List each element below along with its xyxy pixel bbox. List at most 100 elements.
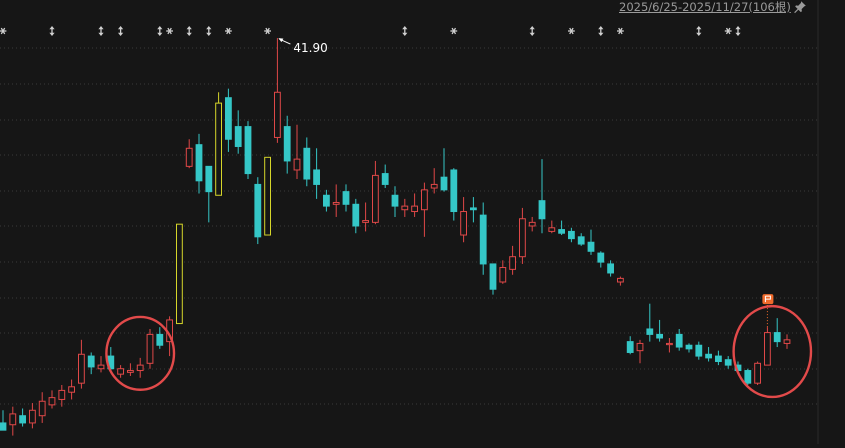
- candle-body: [205, 165, 213, 193]
- candle-body: [283, 126, 291, 162]
- info-asterisk-icon: [166, 27, 173, 35]
- candlestick-chart[interactable]: 41.90: [0, 0, 845, 444]
- sort-arrows-icon: [402, 26, 408, 36]
- candle: [381, 164, 389, 189]
- candle-body: [127, 370, 134, 373]
- arrow-down-head: [529, 32, 535, 36]
- candle-body: [372, 174, 379, 223]
- arrow-up-head: [696, 26, 702, 30]
- sort-arrows-icon: [118, 26, 124, 36]
- candle-body: [58, 389, 66, 400]
- candle: [215, 92, 222, 196]
- candle: [646, 303, 654, 342]
- candle-body: [548, 227, 556, 232]
- sort-arrows-icon: [206, 26, 212, 36]
- candle: [705, 347, 713, 362]
- candle-body: [225, 97, 232, 140]
- candle-body: [68, 386, 75, 393]
- candle-body: [29, 409, 36, 424]
- candle-body: [146, 333, 154, 364]
- candle: [440, 148, 448, 192]
- candle-body: [724, 359, 732, 366]
- candle: [264, 156, 272, 236]
- candle-body: [460, 211, 468, 236]
- candle-body: [783, 339, 791, 344]
- arrow-up-head: [157, 26, 163, 30]
- candle: [254, 177, 262, 245]
- arrow-down-head: [186, 32, 192, 36]
- candle: [29, 403, 36, 429]
- arrow-up-head: [49, 26, 55, 30]
- candle-body: [695, 344, 703, 357]
- candle-body: [313, 169, 321, 185]
- candle: [205, 165, 213, 223]
- candle: [764, 327, 771, 366]
- candle: [626, 336, 634, 355]
- candle-body: [87, 355, 95, 368]
- info-asterisk-icon: [264, 27, 271, 35]
- candle: [342, 184, 350, 212]
- info-asterisk-icon: [0, 27, 7, 35]
- candle-body: [0, 422, 7, 431]
- candle-body: [156, 333, 164, 346]
- candle: [656, 319, 664, 342]
- candle: [685, 343, 693, 353]
- candle-body: [509, 256, 517, 270]
- arrow-down-head: [98, 32, 104, 36]
- candle-body: [479, 214, 487, 265]
- candle-body: [244, 126, 252, 175]
- candle-body: [136, 364, 144, 372]
- candle: [195, 133, 203, 194]
- sort-arrows-icon: [157, 26, 163, 36]
- flag-icon: [762, 294, 774, 305]
- candle-body: [97, 364, 105, 370]
- candle: [332, 184, 340, 217]
- candle: [136, 357, 144, 378]
- candle-body: [607, 263, 615, 274]
- candle: [401, 198, 409, 217]
- candle: [666, 338, 673, 353]
- candle-body: [342, 191, 350, 205]
- arrow-up-head: [206, 26, 212, 30]
- candle-body: [401, 205, 409, 211]
- candle: [293, 124, 301, 180]
- sort-arrows-icon: [186, 26, 192, 36]
- arrow-up-head: [529, 26, 535, 30]
- candle-body: [78, 353, 85, 384]
- candle: [244, 121, 252, 180]
- arrow-up-head: [186, 26, 192, 30]
- candle-body: [352, 203, 360, 227]
- candle-body: [470, 207, 477, 211]
- candle: [470, 197, 477, 223]
- candle: [68, 379, 75, 400]
- candle-body: [656, 333, 664, 339]
- candle-body: [744, 370, 752, 384]
- candle: [274, 38, 281, 143]
- candle: [754, 361, 762, 385]
- candle-body: [48, 397, 56, 406]
- candle-body: [617, 277, 624, 283]
- sort-arrows-icon: [696, 26, 702, 36]
- candle-body: [705, 353, 713, 359]
- candle-body: [754, 362, 762, 384]
- candle-body: [234, 126, 242, 147]
- candle: [587, 229, 595, 255]
- candle-body: [646, 328, 654, 335]
- candle: [499, 260, 507, 284]
- candle-body: [274, 91, 281, 138]
- info-asterisk-icon: [617, 27, 624, 35]
- candle: [19, 408, 27, 427]
- date-range-label[interactable]: 2025/6/25-2025/11/27(106根): [619, 0, 791, 14]
- candle-body: [332, 201, 340, 205]
- candle-body: [499, 267, 507, 283]
- candle-body: [568, 230, 575, 240]
- candle: [225, 88, 232, 152]
- arrow-down-head: [206, 32, 212, 36]
- candle: [460, 197, 468, 243]
- info-asterisk-icon: [724, 27, 732, 35]
- candle: [519, 207, 526, 264]
- candle-body: [185, 147, 193, 167]
- candle-body: [636, 342, 644, 352]
- pin-icon[interactable]: [793, 0, 807, 14]
- event-markers: [0, 26, 741, 36]
